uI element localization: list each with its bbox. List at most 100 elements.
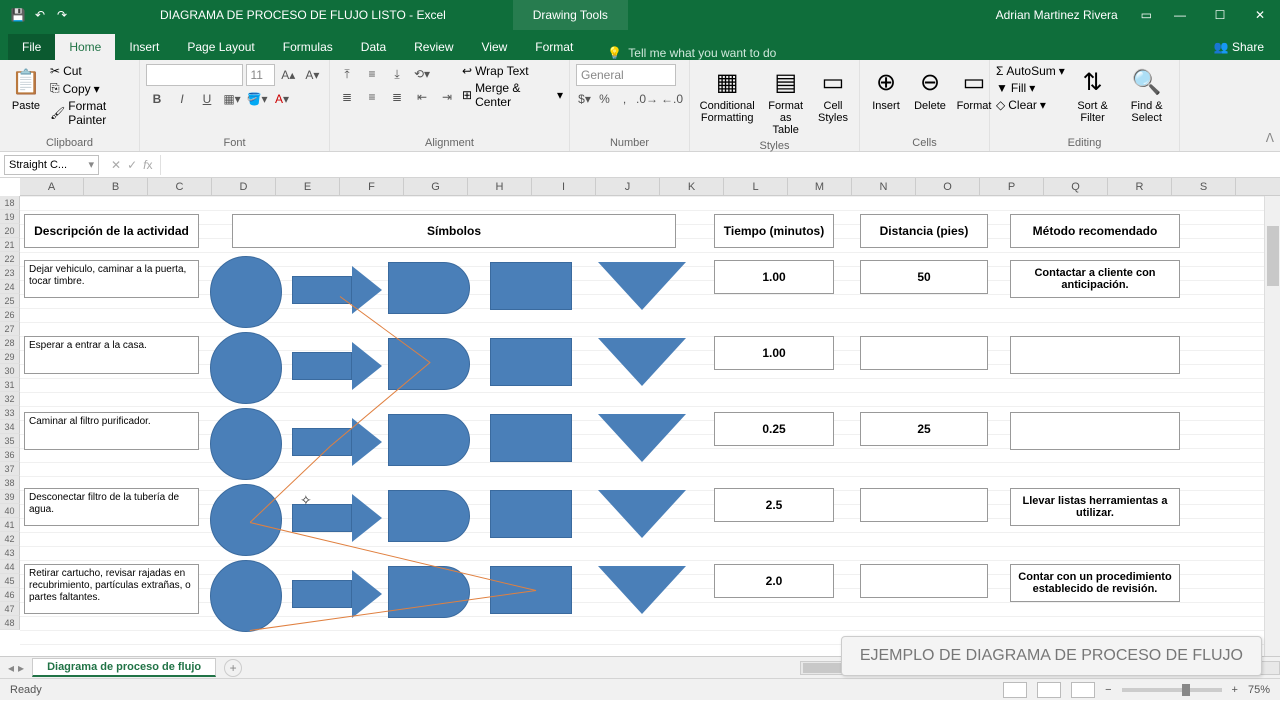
tab-formulas[interactable]: Formulas (269, 34, 347, 60)
zoom-slider[interactable] (1122, 688, 1222, 692)
cancel-formula-icon[interactable]: ✕ (111, 158, 121, 172)
row-header-26[interactable]: 26 (0, 308, 20, 322)
storage-triangle-icon[interactable] (598, 262, 686, 310)
increase-decimal-icon[interactable]: .0→ (636, 89, 658, 109)
worksheet-grid[interactable]: 1819202122232425262728293031323334353637… (0, 196, 1280, 656)
align-left-icon[interactable]: ≣ (336, 87, 358, 107)
zoom-level[interactable]: 75% (1248, 684, 1270, 696)
tab-view[interactable]: View (468, 34, 522, 60)
row-header-22[interactable]: 22 (0, 252, 20, 266)
format-as-table-button[interactable]: ▤Format as Table (762, 64, 809, 138)
col-header-J[interactable]: J (596, 178, 660, 195)
operation-circle-icon[interactable] (210, 332, 282, 404)
row-header-38[interactable]: 38 (0, 476, 20, 490)
row-header-48[interactable]: 48 (0, 616, 20, 630)
storage-triangle-icon[interactable] (598, 490, 686, 538)
row-header-43[interactable]: 43 (0, 546, 20, 560)
autosum-button[interactable]: Σ AutoSum ▾ (996, 64, 1065, 78)
col-header-P[interactable]: P (980, 178, 1044, 195)
add-sheet-button[interactable]: + (224, 659, 242, 677)
fx-icon[interactable]: fx (143, 158, 152, 172)
col-header-R[interactable]: R (1108, 178, 1172, 195)
row-header-36[interactable]: 36 (0, 448, 20, 462)
percent-icon[interactable]: % (596, 89, 613, 109)
col-header-D[interactable]: D (212, 178, 276, 195)
number-format-combo[interactable]: General (576, 64, 676, 86)
operation-circle-icon[interactable] (210, 408, 282, 480)
inspection-rect-icon[interactable] (490, 490, 572, 538)
inspection-rect-icon[interactable] (490, 262, 572, 310)
insert-cells-button[interactable]: ⊕Insert (866, 64, 906, 114)
col-header-B[interactable]: B (84, 178, 148, 195)
row-header-45[interactable]: 45 (0, 574, 20, 588)
col-header-H[interactable]: H (468, 178, 532, 195)
row-header-18[interactable]: 18 (0, 196, 20, 210)
view-normal-icon[interactable] (1003, 682, 1027, 698)
format-cells-button[interactable]: ▭Format (954, 64, 994, 114)
maximize-button[interactable]: ☐ (1200, 0, 1240, 30)
decrease-font-icon[interactable]: A▾ (302, 65, 323, 85)
delay-shape-icon[interactable] (388, 262, 470, 314)
row-header-33[interactable]: 33 (0, 406, 20, 420)
increase-font-icon[interactable]: A▴ (278, 65, 299, 85)
find-select-button[interactable]: 🔍Find & Select (1120, 64, 1173, 126)
row-header-35[interactable]: 35 (0, 434, 20, 448)
transport-arrow-icon[interactable] (292, 580, 352, 608)
paste-button[interactable]: 📋 Paste (6, 64, 46, 114)
font-name-combo[interactable] (146, 64, 243, 86)
row-header-34[interactable]: 34 (0, 420, 20, 434)
storage-triangle-icon[interactable] (598, 566, 686, 614)
cell-styles-button[interactable]: ▭Cell Styles (813, 64, 853, 126)
col-header-M[interactable]: M (788, 178, 852, 195)
col-header-I[interactable]: I (532, 178, 596, 195)
row-header-20[interactable]: 20 (0, 224, 20, 238)
wrap-text-button[interactable]: ↩ Wrap Text (462, 64, 563, 78)
border-button[interactable]: ▦▾ (221, 89, 243, 109)
zoom-out-button[interactable]: − (1105, 684, 1111, 696)
row-header-19[interactable]: 19 (0, 210, 20, 224)
merge-center-button[interactable]: ⊞ Merge & Center ▾ (462, 81, 563, 109)
enter-formula-icon[interactable]: ✓ (127, 158, 137, 172)
collapse-ribbon-icon[interactable]: ᐱ (1266, 131, 1274, 145)
row-header-30[interactable]: 30 (0, 364, 20, 378)
row-header-28[interactable]: 28 (0, 336, 20, 350)
col-header-N[interactable]: N (852, 178, 916, 195)
col-header-K[interactable]: K (660, 178, 724, 195)
transport-arrow-icon[interactable] (292, 352, 352, 380)
storage-triangle-icon[interactable] (598, 414, 686, 462)
name-box[interactable]: Straight C...▾ (4, 155, 99, 175)
row-header-47[interactable]: 47 (0, 602, 20, 616)
align-bottom-icon[interactable]: ⤓ (386, 64, 408, 84)
orientation-icon[interactable]: ⟲▾ (411, 64, 433, 84)
delay-shape-icon[interactable] (388, 566, 470, 618)
tab-file[interactable]: File (8, 34, 55, 60)
close-button[interactable]: ✕ (1240, 0, 1280, 30)
col-header-L[interactable]: L (724, 178, 788, 195)
row-header-32[interactable]: 32 (0, 392, 20, 406)
operation-circle-icon[interactable] (210, 256, 282, 328)
italic-button[interactable]: I (171, 89, 193, 109)
row-header-21[interactable]: 21 (0, 238, 20, 252)
delay-shape-icon[interactable] (388, 338, 470, 390)
col-header-A[interactable]: A (20, 178, 84, 195)
row-headers[interactable]: 1819202122232425262728293031323334353637… (0, 196, 20, 630)
account-icon[interactable]: ▭ (1133, 8, 1160, 22)
row-header-42[interactable]: 42 (0, 532, 20, 546)
row-header-25[interactable]: 25 (0, 294, 20, 308)
increase-indent-icon[interactable]: ⇥ (436, 87, 458, 107)
currency-icon[interactable]: $▾ (576, 89, 593, 109)
tab-format[interactable]: Format (521, 34, 587, 60)
row-header-39[interactable]: 39 (0, 490, 20, 504)
row-header-37[interactable]: 37 (0, 462, 20, 476)
font-color-button[interactable]: A▾ (271, 89, 293, 109)
view-page-break-icon[interactable] (1071, 682, 1095, 698)
sheet-tab-active[interactable]: Diagrama de proceso de flujo (32, 658, 216, 677)
tell-me[interactable]: 💡 Tell me what you want to do (607, 46, 776, 60)
delay-shape-icon[interactable] (388, 490, 470, 542)
fill-button[interactable]: ▼ Fill ▾ (996, 81, 1065, 95)
row-header-44[interactable]: 44 (0, 560, 20, 574)
bold-button[interactable]: B (146, 89, 168, 109)
fill-color-button[interactable]: 🪣▾ (246, 89, 268, 109)
col-header-O[interactable]: O (916, 178, 980, 195)
row-header-41[interactable]: 41 (0, 518, 20, 532)
